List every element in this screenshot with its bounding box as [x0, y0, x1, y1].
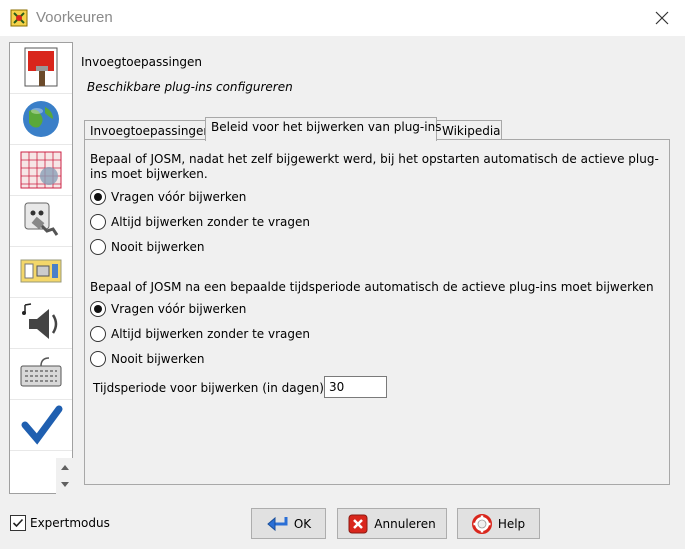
radio-button[interactable]	[90, 301, 106, 317]
tab-wikipedia[interactable]: Wikipedia	[436, 120, 502, 140]
check-icon	[12, 518, 24, 528]
sidebar-item-validator[interactable]	[10, 400, 72, 451]
panel-subtitle: Beschikbare plug-ins configureren	[87, 80, 293, 94]
sidebar-item-projection[interactable]	[10, 145, 72, 196]
lifebuoy-icon	[471, 513, 492, 534]
sidebar-item-connection[interactable]	[10, 94, 72, 145]
group-startup-label: Bepaal of JOSM, nadat het zelf bijgewerk…	[90, 152, 659, 181]
radio-period-never[interactable]: Nooit bijwerken	[90, 349, 204, 369]
close-button[interactable]	[639, 0, 685, 36]
arrow-down-icon	[60, 482, 69, 487]
help-button[interactable]: Help	[457, 508, 540, 539]
radio-label: Altijd bijwerken zonder te vragen	[111, 215, 310, 229]
sidebar-item-toolbar[interactable]	[10, 247, 72, 298]
scroll-up-button[interactable]	[58, 459, 71, 476]
sidebar-item-display[interactable]	[10, 43, 72, 94]
radio-period-always[interactable]: Altijd bijwerken zonder te vragen	[90, 324, 310, 344]
radio-button[interactable]	[90, 189, 106, 205]
radio-period-ask[interactable]: Vragen vóór bijwerken	[90, 299, 246, 319]
scroll-down-button[interactable]	[58, 476, 71, 493]
radio-startup-always[interactable]: Altijd bijwerken zonder te vragen	[90, 212, 310, 232]
map-grid-icon	[20, 151, 62, 189]
checkmark-icon	[21, 405, 63, 445]
title-bar: Voorkeuren	[0, 0, 685, 36]
radio-label: Vragen vóór bijwerken	[111, 302, 247, 316]
radio-label: Vragen vóór bijwerken	[111, 190, 247, 204]
cancel-button[interactable]: Annuleren	[337, 508, 447, 539]
audio-icon	[22, 303, 58, 339]
expert-mode-checkbox[interactable]: Expertmodus	[10, 515, 110, 531]
radio-label: Altijd bijwerken zonder te vragen	[111, 327, 310, 341]
sidebar-item-audio[interactable]	[10, 298, 72, 349]
checkbox-box[interactable]	[10, 515, 26, 531]
close-icon	[655, 11, 669, 25]
preferences-sidebar	[9, 42, 73, 494]
radio-startup-ask[interactable]: Vragen vóór bijwerken	[90, 187, 246, 207]
panel-title: Invoegtoepassingen	[81, 55, 203, 69]
expert-mode-label: Expertmodus	[30, 516, 110, 530]
radio-label: Nooit bijwerken	[111, 352, 205, 366]
keyboard-icon	[20, 357, 62, 387]
paintbrush-preferences-icon	[24, 47, 58, 87]
ok-button[interactable]: OK	[251, 508, 326, 539]
sidebar-item-plugins[interactable]	[10, 196, 72, 247]
toolbar-icon	[20, 259, 62, 283]
sidebar-scrollbar[interactable]	[56, 458, 73, 494]
window-title: Voorkeuren	[36, 9, 113, 26]
cancel-label: Annuleren	[374, 516, 436, 531]
arrow-up-icon	[60, 465, 69, 470]
radio-startup-never[interactable]: Nooit bijwerken	[90, 237, 204, 257]
radio-button[interactable]	[90, 351, 106, 367]
update-period-input[interactable]	[324, 376, 387, 398]
radio-label: Nooit bijwerken	[111, 240, 205, 254]
radio-button[interactable]	[90, 326, 106, 342]
help-label: Help	[497, 516, 526, 531]
cancel-icon	[348, 514, 368, 533]
update-period-label: Tijdsperiode voor bijwerken (in dagen):	[93, 381, 328, 395]
return-arrow-icon	[267, 516, 288, 531]
tab-plugins[interactable]: Invoegtoepassingen	[84, 120, 211, 140]
plug-icon	[24, 202, 59, 236]
sidebar-item-shortcuts[interactable]	[10, 349, 72, 400]
ok-label: OK	[293, 516, 312, 531]
tab-update-policy[interactable]: Beleid voor het bijwerken van plug-ins	[205, 117, 441, 141]
globe-icon	[23, 101, 59, 137]
josm-app-icon	[10, 9, 28, 27]
radio-button[interactable]	[90, 239, 106, 255]
group-period-label: Bepaal of JOSM na een bepaalde tijdsperi…	[90, 280, 654, 294]
radio-button[interactable]	[90, 214, 106, 230]
